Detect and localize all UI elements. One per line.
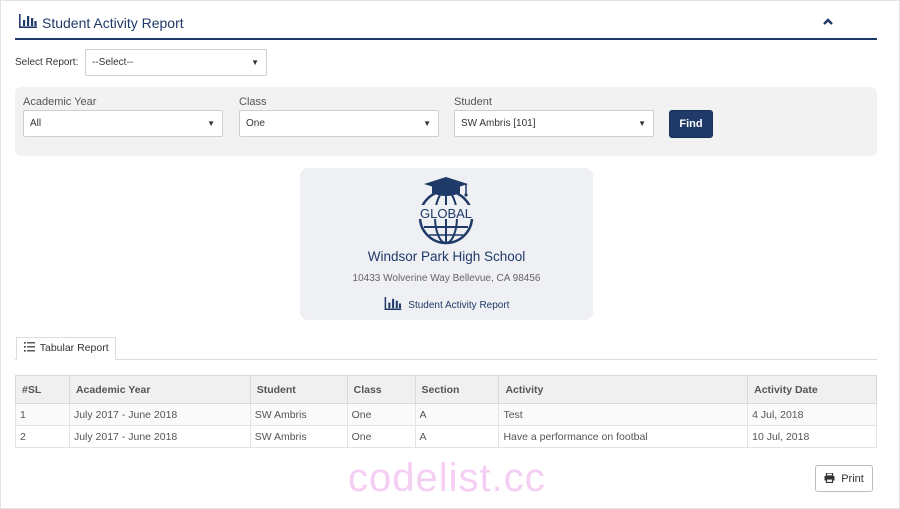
table-cell: SW Ambris (249, 425, 348, 448)
caret-down-icon: ▼ (207, 119, 215, 128)
activity-table: #SL Academic Year Student Class Section … (15, 375, 877, 448)
bar-chart-icon (384, 297, 409, 311)
column-header[interactable]: Activity Date (747, 375, 877, 404)
table-cell: One (346, 403, 416, 426)
school-name: Windsor Park High School (367, 249, 526, 264)
class-value: One (246, 118, 265, 129)
table-cell: 2 (15, 425, 70, 448)
table-cell: Test (498, 403, 749, 426)
card-report-label: Student Activity Report (408, 300, 510, 311)
chevron-up-icon[interactable] (821, 15, 837, 31)
academic-year-select[interactable]: All ▼ (23, 110, 223, 137)
table-cell: 4 Jul, 2018 (747, 403, 877, 426)
caret-down-icon: ▼ (423, 119, 431, 128)
table-cell: July 2017 - June 2018 (68, 425, 251, 448)
column-header[interactable]: Student (249, 375, 348, 404)
student-label: Student (454, 96, 492, 108)
column-header[interactable]: #SL (15, 375, 70, 404)
school-address: 10433 Wolverine Way Bellevue, CA 98456 (352, 273, 541, 284)
select-report-dropdown[interactable]: --Select-- ▼ (85, 49, 267, 76)
print-label: Print (841, 472, 864, 485)
print-button[interactable]: Print (815, 465, 873, 492)
student-select[interactable]: SW Ambris [101] ▼ (454, 110, 654, 137)
academic-year-value: All (30, 118, 42, 129)
column-header[interactable]: Class (346, 375, 416, 404)
table-cell: 10 Jul, 2018 (747, 425, 877, 448)
find-button[interactable]: Find (669, 110, 713, 138)
card-report-title: Student Activity Report (300, 297, 593, 311)
column-header[interactable]: Activity (498, 375, 749, 404)
select-report-label: Select Report: (15, 57, 79, 68)
academic-year-label: Academic Year (23, 96, 97, 108)
class-label: Class (239, 96, 267, 108)
graduation-globe-icon: GLOBAL (410, 175, 482, 250)
class-select[interactable]: One ▼ (239, 110, 439, 137)
watermark: codelist.cc (348, 456, 546, 500)
logo-text: GLOBAL (420, 206, 472, 221)
tab-tabular-report[interactable]: Tabular Report (16, 337, 116, 360)
column-header[interactable]: Academic Year (68, 375, 251, 404)
select-report-value: --Select-- (92, 57, 134, 68)
tab-label: Tabular Report (39, 342, 109, 354)
caret-down-icon: ▼ (638, 119, 646, 128)
table-cell: One (346, 425, 416, 448)
bar-chart-icon (19, 14, 37, 33)
caret-down-icon: ▼ (251, 58, 259, 67)
page-title: Student Activity Report (42, 15, 184, 31)
panel-header: Student Activity Report (15, 8, 877, 40)
printer-icon (824, 471, 841, 485)
list-icon (24, 342, 40, 354)
tab-bar (15, 359, 877, 360)
table-cell: A (414, 403, 500, 426)
table-cell: SW Ambris (249, 403, 348, 426)
student-value: SW Ambris [101] (461, 118, 536, 129)
table-header-row: #SL Academic Year Student Class Section … (15, 375, 877, 404)
table-cell: Have a performance on footbal (498, 425, 749, 448)
column-header[interactable]: Section (414, 375, 500, 404)
table-cell: July 2017 - June 2018 (68, 403, 251, 426)
table-row: 1 July 2017 - June 2018 SW Ambris One A … (15, 403, 877, 426)
table-row: 2 July 2017 - June 2018 SW Ambris One A … (15, 425, 877, 448)
table-cell: A (414, 425, 500, 448)
table-cell: 1 (15, 403, 70, 426)
